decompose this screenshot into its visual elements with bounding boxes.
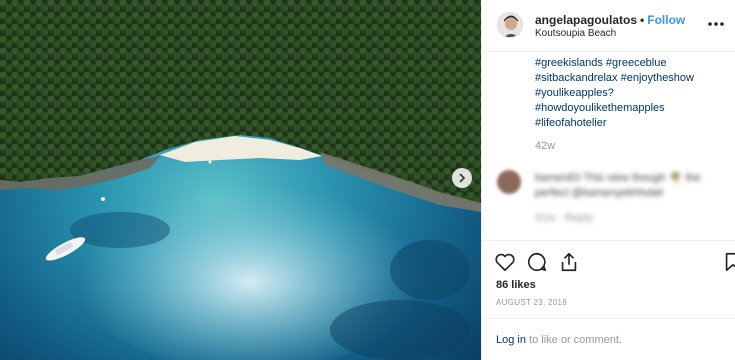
hashtag-line[interactable]: #howdoyoulikethemapples [535,101,725,116]
chevron-right-icon [459,173,466,183]
username-link[interactable]: angelapagoulatos [535,13,637,27]
blurred-comment-meta: 41w · Reply [535,212,594,224]
avatar[interactable] [497,12,523,38]
likes-count[interactable]: 86 likes [496,279,536,291]
comment-icon[interactable] [526,251,548,273]
comment-avatar [497,170,521,194]
blurred-comment-line: kamen83 This view though 🌴 the [535,172,701,184]
location-link[interactable]: Koutsoupia Beach [535,28,616,39]
blurred-comment-line: perfect @kamenyekhhotel [535,187,663,199]
login-prompt-text: to like or comment. [525,334,622,346]
more-horizontal-icon[interactable] [706,14,726,34]
username-row: angelapagoulatos • Follow [535,13,685,27]
hashtag-line[interactable]: #greekislands #greeceblue [535,56,725,71]
post-photo [0,0,481,360]
post-date: AUGUST 23, 2018 [496,298,568,307]
post-sidebar: angelapagoulatos • Follow Koutsoupia Beach… [481,0,735,360]
heart-icon[interactable] [494,251,516,273]
profile-picture [498,13,522,37]
login-prompt: Log in to like or comment. [482,318,735,360]
caption: #greekislands #greeceblue #sitbackandrel… [535,56,725,131]
bookmark-icon[interactable] [722,251,735,273]
hashtag-line[interactable]: #lifeofahotelier [535,116,725,131]
post-header: angelapagoulatos • Follow Koutsoupia Beach [482,0,735,52]
hashtag-line[interactable]: #youlikeapples? [535,86,725,101]
aerial-beach-image [0,0,481,360]
separator-dot: • [640,13,645,27]
next-photo-button[interactable] [452,168,472,188]
action-bar [482,240,735,276]
caption-time: 42w [535,140,556,152]
follow-button[interactable]: Follow [647,13,685,27]
hashtag-line[interactable]: #sitbackandrelax #enjoytheshow [535,71,725,86]
login-link[interactable]: Log in [496,334,526,346]
share-icon[interactable] [558,251,580,273]
